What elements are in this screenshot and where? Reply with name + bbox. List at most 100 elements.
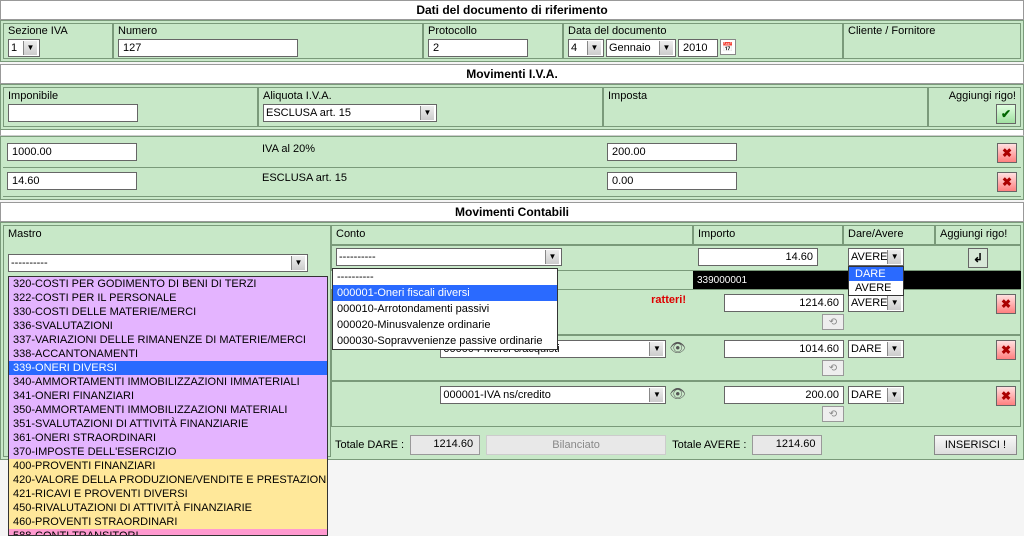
- conto-option[interactable]: 000030-Sopravvenienze passive ordinarie: [333, 333, 557, 349]
- importo-label: Importo: [698, 228, 838, 242]
- sezione-label: Sezione IVA: [8, 25, 108, 39]
- inserisci-button[interactable]: INSERISCI !: [934, 435, 1017, 455]
- mastro-option[interactable]: 337-VARIAZIONI DELLE RIMANENZE DI MATERI…: [9, 333, 327, 347]
- dareavere-new-select[interactable]: AVERE▼: [848, 248, 904, 266]
- iva-row: IVA al 20% ✖: [3, 139, 1021, 168]
- conto-option[interactable]: 000020-Minusvalenze ordinarie: [333, 317, 557, 333]
- mastro-option[interactable]: 361-ONERI STRAORDINARI: [9, 431, 327, 445]
- conto-option[interactable]: ----------: [333, 269, 557, 285]
- mastro-option[interactable]: 340-AMMORTAMENTI IMMOBILIZZAZIONI IMMATE…: [9, 375, 327, 389]
- chevron-down-icon: ▼: [659, 41, 673, 55]
- delete-contabili-row-button[interactable]: ✖: [996, 386, 1016, 406]
- imponibile-input[interactable]: [8, 104, 138, 122]
- mastro-option[interactable]: 339-ONERI DIVERSI: [9, 361, 327, 375]
- conto-option[interactable]: 000010-Arrotondamenti passivi: [333, 301, 557, 317]
- numero-label: Numero: [118, 25, 418, 39]
- contabili-section-title: Movimenti Contabili: [0, 202, 1024, 222]
- cliente-label: Cliente / Fornitore: [848, 25, 1016, 39]
- month-select[interactable]: Gennaio▼: [606, 39, 676, 57]
- conto-dropdown-list[interactable]: ----------000001-Oneri fiscali diversi00…: [332, 268, 558, 350]
- aliquota-label: Aliquota I.V.A.: [263, 90, 598, 104]
- mastro-option[interactable]: 588-CONTI TRANSITORI: [9, 529, 327, 536]
- day-select[interactable]: 4▼: [568, 39, 604, 57]
- mastro-option[interactable]: 320-COSTI PER GODIMENTO DI BENI DI TERZI: [9, 277, 327, 291]
- totale-dare-value: 1214.60: [410, 435, 480, 455]
- calendar-icon[interactable]: 📅: [720, 39, 736, 55]
- aggiungi-rigo-label: Aggiungi rigo!: [933, 90, 1016, 104]
- iva-imponibile-input[interactable]: [7, 143, 137, 161]
- totale-dare-label: Totale DARE :: [335, 439, 404, 451]
- dareavere-row-select[interactable]: DARE▼: [848, 340, 904, 358]
- dareavere-dropdown-list[interactable]: DARE AVERE: [848, 266, 904, 296]
- conto-select[interactable]: ----------▼: [336, 248, 562, 266]
- imposta-label: Imposta: [608, 90, 923, 104]
- mastro-option[interactable]: 341-ONERI FINANZIARI: [9, 389, 327, 403]
- delete-iva-row-button[interactable]: ✖: [997, 143, 1017, 163]
- contabili-row: 000001-IVA ns/credito▼ 👁 ⟲DARE▼ ✖: [331, 381, 1021, 427]
- mastro-option[interactable]: 450-RIVALUTAZIONI DI ATTIVITÀ FINANZIARI…: [9, 501, 327, 515]
- eye-icon[interactable]: 👁: [669, 340, 686, 355]
- mastro-option[interactable]: 370-IMPOSTE DELL'ESERCIZIO: [9, 445, 327, 459]
- add-iva-row-button[interactable]: ✔: [996, 104, 1016, 124]
- chevron-down-icon: ▼: [291, 256, 305, 270]
- iva-row: ESCLUSA art. 15 ✖: [3, 168, 1021, 197]
- importo-row-input[interactable]: [724, 294, 844, 312]
- mastro-option[interactable]: 421-RICAVI E PROVENTI DIVERSI: [9, 487, 327, 501]
- dareavere-option-dare[interactable]: DARE: [849, 267, 903, 281]
- ref-section-title: Dati del documento di riferimento: [0, 0, 1024, 20]
- iva-aliquota-text: IVA al 20%: [262, 143, 315, 155]
- sezione-select[interactable]: 1▼: [8, 39, 40, 57]
- mastro-option[interactable]: 420-VALORE DELLA PRODUZIONE/VENDITE E PR…: [9, 473, 327, 487]
- iva-section-title: Movimenti I.V.A.: [0, 64, 1024, 84]
- chevron-down-icon: ▼: [420, 106, 434, 120]
- chevron-down-icon: ▼: [545, 250, 559, 264]
- mastro-select[interactable]: ----------▼: [8, 254, 308, 272]
- mastro-option[interactable]: 400-PROVENTI FINANZIARI: [9, 459, 327, 473]
- protocollo-input[interactable]: [428, 39, 528, 57]
- mastro-option[interactable]: 336-SVALUTAZIONI: [9, 319, 327, 333]
- eye-icon[interactable]: 👁: [669, 386, 686, 401]
- dareavere-row-select[interactable]: AVERE▼: [848, 294, 904, 312]
- totale-avere-label: Totale AVERE :: [672, 439, 746, 451]
- bilanciato-label: Bilanciato: [486, 435, 666, 455]
- aliquota-select[interactable]: ESCLUSA art. 15▼: [263, 104, 437, 122]
- dareavere-row-select[interactable]: DARE▼: [848, 386, 904, 404]
- contabili-aggiungi-label: Aggiungi rigo!: [940, 228, 1016, 242]
- conto-row-select[interactable]: 000001-IVA ns/credito▼: [440, 386, 666, 404]
- mastro-option[interactable]: 351-SVALUTAZIONI DI ATTIVITÀ FINANZIARIE: [9, 417, 327, 431]
- mastro-option[interactable]: 330-COSTI DELLE MATERIE/MERCI: [9, 305, 327, 319]
- mastro-option[interactable]: 350-AMMORTAMENTI IMMOBILIZZAZIONI MATERI…: [9, 403, 327, 417]
- conto-option[interactable]: 000001-Oneri fiscali diversi: [333, 285, 557, 301]
- chevron-down-icon: ▼: [23, 41, 37, 55]
- mastro-option[interactable]: 338-ACCANTONAMENTI: [9, 347, 327, 361]
- delete-contabili-row-button[interactable]: ✖: [996, 294, 1016, 314]
- numero-input[interactable]: [118, 39, 298, 57]
- warning-text: ratteri!: [651, 294, 686, 306]
- mastro-dropdown-list[interactable]: 320-COSTI PER GODIMENTO DI BENI DI TERZI…: [8, 276, 328, 536]
- imponibile-label: Imponibile: [8, 90, 253, 104]
- importo-row-input[interactable]: [724, 386, 844, 404]
- link-icon[interactable]: ⟲: [822, 406, 844, 422]
- link-icon[interactable]: ⟲: [822, 360, 844, 376]
- importo-new-input[interactable]: [698, 248, 818, 266]
- iva-imponibile-input[interactable]: [7, 172, 137, 190]
- dareavere-option-avere[interactable]: AVERE: [849, 281, 903, 295]
- mastro-option[interactable]: 460-PROVENTI STRAORDINARI: [9, 515, 327, 529]
- data-label: Data del documento: [568, 25, 838, 39]
- iva-imposta-input[interactable]: [607, 143, 737, 161]
- importo-row-input[interactable]: [724, 340, 844, 358]
- delete-iva-row-button[interactable]: ✖: [997, 172, 1017, 192]
- iva-imposta-input[interactable]: [607, 172, 737, 190]
- dark-code: 339000001: [697, 275, 747, 286]
- link-icon[interactable]: ⟲: [822, 314, 844, 330]
- chevron-down-icon: ▼: [887, 250, 901, 264]
- add-contabili-row-button[interactable]: ↲: [968, 248, 988, 268]
- dareavere-label: Dare/Avere: [848, 228, 930, 242]
- conto-label: Conto: [336, 228, 688, 242]
- chevron-down-icon: ▼: [587, 41, 601, 55]
- delete-contabili-row-button[interactable]: ✖: [996, 340, 1016, 360]
- year-input[interactable]: [678, 39, 718, 57]
- protocollo-label: Protocollo: [428, 25, 558, 39]
- mastro-option[interactable]: 322-COSTI PER IL PERSONALE: [9, 291, 327, 305]
- iva-aliquota-text: ESCLUSA art. 15: [262, 172, 347, 184]
